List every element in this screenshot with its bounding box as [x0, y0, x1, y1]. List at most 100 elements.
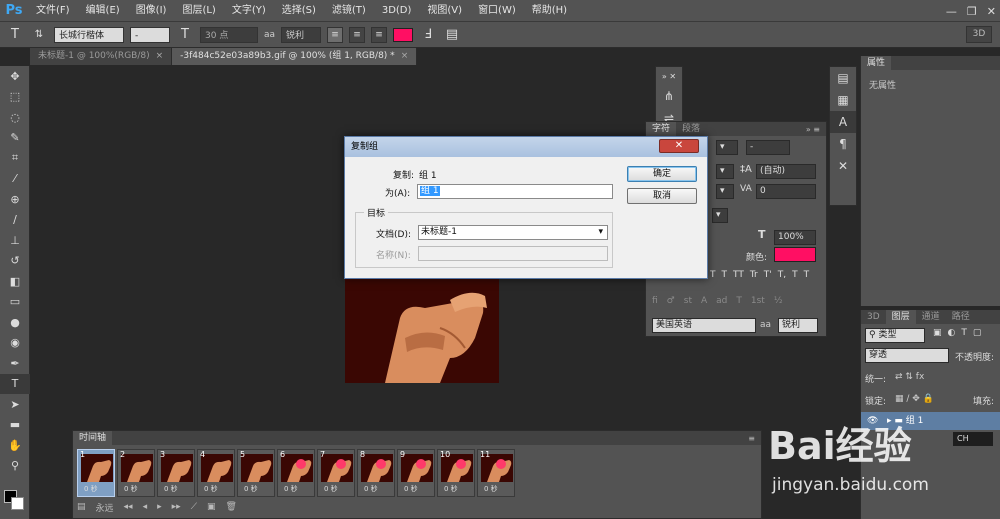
healing-brush-icon[interactable]: ⊕ [0, 189, 30, 210]
restore-icon[interactable]: ❐ [967, 5, 977, 18]
text-color-swatch[interactable] [393, 27, 414, 42]
tab-character[interactable]: 字符 [646, 122, 677, 136]
tab-paragraph[interactable]: 段落 [676, 122, 706, 136]
tab-3d[interactable]: 3D [861, 310, 886, 324]
tools-panel-icon[interactable]: ✕ [830, 155, 856, 177]
toggle-orientation-icon[interactable]: ⇅ [30, 26, 48, 44]
close-icon[interactable]: × [156, 51, 164, 61]
leading-field[interactable]: (自动) [756, 164, 816, 179]
font-style-field[interactable]: ▾ [716, 140, 738, 155]
crop-tool-icon[interactable]: ⌗ [0, 148, 30, 169]
menu-window[interactable]: 窗口(W) [470, 0, 524, 22]
play-icon[interactable]: ▸ [157, 502, 162, 512]
tab-timeline[interactable]: 时间轴 [73, 431, 113, 445]
minimize-icon[interactable]: — [946, 5, 957, 18]
tab-layers[interactable]: 图层 [885, 310, 916, 324]
frame-delay[interactable]: 0 秒 [324, 484, 338, 494]
frame-delay[interactable]: 0 秒 [364, 484, 378, 494]
timeline-frame[interactable]: 3 0 秒 [157, 449, 195, 497]
next-frame-icon[interactable]: ▸▸ [172, 502, 181, 512]
glyph-strikethrough[interactable]: T [804, 270, 810, 280]
align-right-icon[interactable]: ≡ [371, 26, 388, 43]
glyph-subscript[interactable]: T, [778, 270, 786, 280]
tab-channels[interactable]: 通道 [916, 310, 946, 324]
collapse-icon[interactable]: » ✕ [656, 67, 682, 85]
menu-filter[interactable]: 滤镜(T) [324, 0, 374, 22]
prev-frame-icon[interactable]: ◂ [143, 502, 148, 512]
pixel-filter-icon[interactable]: ▣ [933, 328, 942, 338]
tracking-field[interactable]: 0 [756, 184, 816, 199]
document-select[interactable]: 未标题-1 ▾ [418, 225, 608, 240]
timeline-frame[interactable]: 6 0 秒 [277, 449, 315, 497]
align-left-icon[interactable]: ≡ [327, 26, 344, 43]
zoom-tool-icon[interactable]: ⚲ [0, 456, 30, 477]
timeline-frame[interactable]: 9 0 秒 [397, 449, 435, 497]
size-dropdown[interactable]: ▾ [716, 164, 734, 179]
shape-filter-icon[interactable]: ▢ [973, 328, 982, 338]
glyph-smallcaps[interactable]: Tr [750, 270, 758, 280]
glyph-bold[interactable]: T [710, 270, 716, 280]
timeline-frame[interactable]: 8 0 秒 [357, 449, 395, 497]
align-center-icon[interactable]: ≡ [349, 26, 366, 43]
frame-delay[interactable]: 0 秒 [404, 484, 418, 494]
antialias-select[interactable]: 锐利 [778, 318, 818, 333]
close-icon[interactable]: ✕ [987, 5, 996, 18]
titling-icon[interactable]: T [736, 296, 742, 306]
loop-select[interactable]: 永远 [96, 501, 114, 514]
panel-menu-icon[interactable]: » ≡ [806, 125, 826, 134]
delete-frame-icon[interactable]: 🗑 [226, 502, 237, 512]
gradient-tool-icon[interactable]: ▭ [0, 292, 30, 313]
timeline-frame[interactable]: 7 0 秒 [317, 449, 355, 497]
font-style-select[interactable]: - [130, 26, 170, 43]
cancel-button[interactable]: 取消 [627, 188, 697, 204]
convert-icon[interactable]: ▤ [77, 502, 86, 512]
timeline-frame[interactable]: 5 0 秒 [237, 449, 275, 497]
as-name-input[interactable]: 组 1 [417, 184, 613, 199]
menu-view[interactable]: 视图(V) [419, 0, 470, 22]
tab-properties[interactable]: 属性 [861, 56, 892, 70]
warp-text-icon[interactable]: Ⅎ [419, 26, 437, 44]
language-select[interactable]: 美国英语 [652, 318, 756, 333]
menu-help[interactable]: 帮助(H) [524, 0, 575, 22]
brush-preset-icon[interactable]: ⋔ [656, 85, 682, 107]
clone-stamp-icon[interactable]: ⊥ [0, 230, 30, 251]
unify-icons[interactable]: ⇄ ⇅ fx [895, 372, 924, 382]
lock-icons[interactable]: ▦ ∕ ✥ 🔒 [895, 394, 934, 404]
type-tool-icon[interactable]: T [6, 26, 24, 44]
frame-delay[interactable]: 0 秒 [484, 484, 498, 494]
timeline-frame[interactable]: 11 0 秒 [477, 449, 515, 497]
ad-icon[interactable]: ad [716, 296, 727, 306]
dodge-tool-icon[interactable]: ◉ [0, 333, 30, 354]
eraser-tool-icon[interactable]: ◧ [0, 271, 30, 292]
3d-mode-button[interactable]: 3D [966, 26, 992, 43]
tab-untitled[interactable]: 未标题-1 @ 100%(RGB/8) × [30, 48, 173, 65]
frame-delay[interactable]: 0 秒 [444, 484, 458, 494]
frame-delay[interactable]: 0 秒 [204, 484, 218, 494]
timeline-frame[interactable]: 10 0 秒 [437, 449, 475, 497]
menu-file[interactable]: 文件(F) [28, 0, 78, 22]
frame-delay[interactable]: 0 秒 [284, 484, 298, 494]
ok-button[interactable]: 确定 [627, 166, 697, 182]
lasso-tool-icon[interactable]: ◌ [0, 107, 30, 128]
first-frame-icon[interactable]: ◂◂ [124, 502, 133, 512]
brush-tool-icon[interactable]: ∕ [0, 210, 30, 231]
history-brush-icon[interactable]: ↺ [0, 251, 30, 272]
background-color[interactable] [11, 497, 24, 510]
timeline-frame[interactable]: 2 0 秒 [117, 449, 155, 497]
font-size-field[interactable]: - [746, 140, 790, 155]
menu-3d[interactable]: 3D(D) [374, 0, 420, 22]
timeline-frame[interactable]: 1 0 秒 [77, 449, 115, 497]
quick-select-tool-icon[interactable]: ✎ [0, 128, 30, 149]
paragraph-panel-icon[interactable]: ¶ [830, 133, 856, 155]
glyph-underline[interactable]: T [792, 270, 798, 280]
font-family-select[interactable]: 长城行楷体 [54, 26, 124, 43]
timeline-frame[interactable]: 4 0 秒 [197, 449, 235, 497]
swash-icon[interactable]: A [701, 296, 707, 306]
shape-tool-icon[interactable]: ▬ [0, 415, 30, 436]
ligature-icon[interactable]: fi [652, 296, 658, 306]
marquee-tool-icon[interactable]: ⬚ [0, 87, 30, 108]
history-panel-icon[interactable]: ▤ [830, 67, 856, 89]
tab-paths[interactable]: 路径 [946, 310, 976, 324]
menu-select[interactable]: 选择(S) [274, 0, 324, 22]
horizontal-scale-field[interactable]: 100% [774, 230, 816, 245]
